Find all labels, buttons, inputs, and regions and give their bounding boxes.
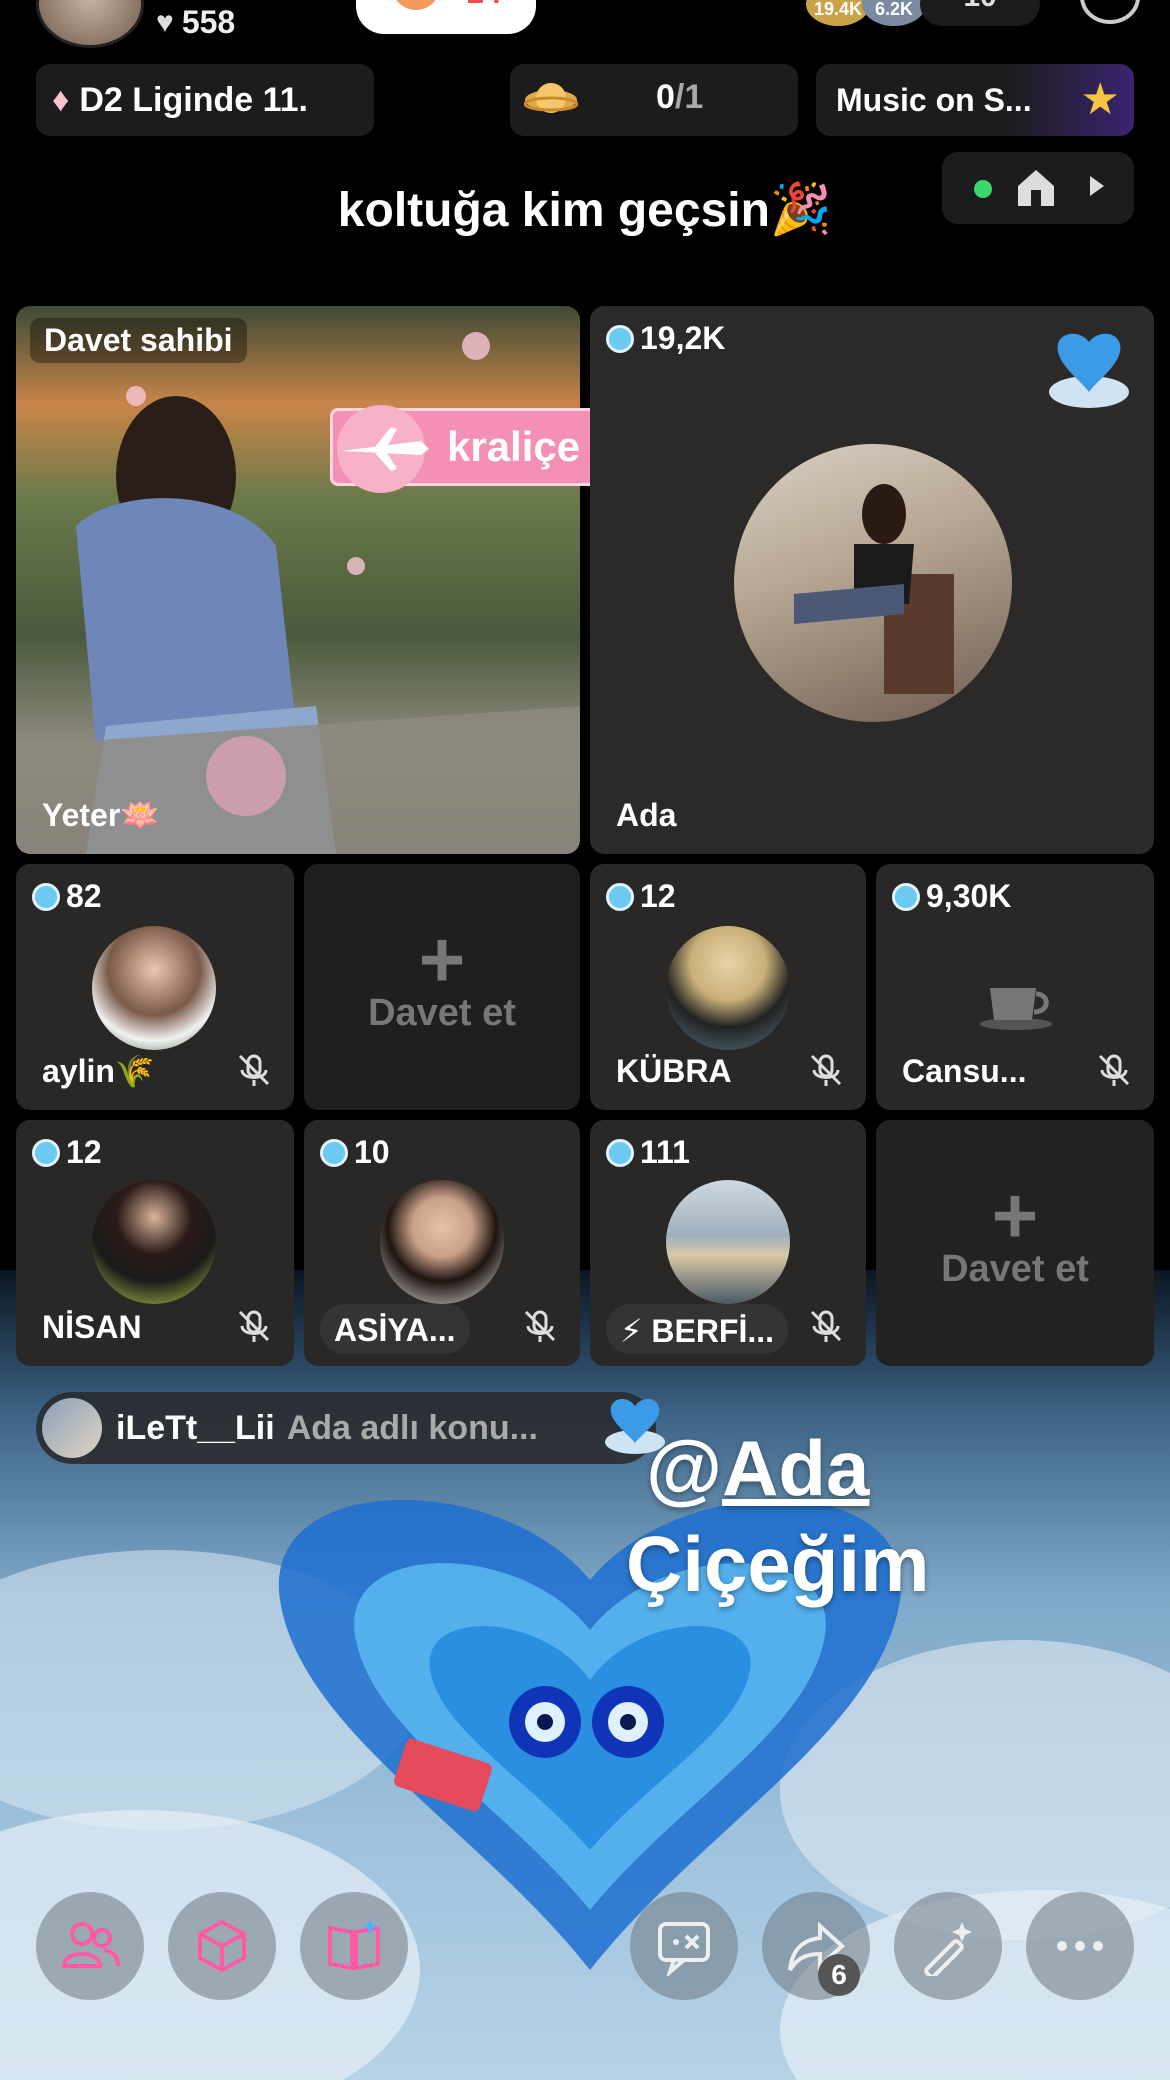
- coffee-cup-icon: [980, 988, 1052, 1030]
- party-popper-icon: 🎉: [769, 181, 833, 237]
- avatar[interactable]: [380, 1180, 504, 1304]
- seat-score: 82: [32, 878, 102, 915]
- seat-name: Cansu...: [902, 1053, 1027, 1089]
- seat-name: KÜBRA: [616, 1053, 732, 1089]
- invite-label: Davet et: [941, 1248, 1089, 1290]
- cube-icon: [198, 1919, 246, 1973]
- heart-gift-icon: [1049, 333, 1129, 408]
- heart-icon: ♥: [156, 5, 174, 39]
- gem-icon: [892, 882, 920, 911]
- invite-label: Davet et: [368, 992, 516, 1034]
- guest-seat[interactable]: 12 NİSAN: [16, 1120, 294, 1366]
- gift-count: 14: [466, 0, 502, 11]
- avatar[interactable]: [666, 926, 790, 1050]
- house-icon[interactable]: [1014, 166, 1058, 208]
- mention-at: @: [646, 1424, 723, 1512]
- host-avatar[interactable]: [36, 0, 144, 48]
- top-viewers-coins[interactable]: 19.4K 6.2K: [806, 0, 926, 26]
- host-label: Davet sahibi: [30, 318, 247, 363]
- more-icon: [1057, 1941, 1103, 1951]
- gift-counter-pill[interactable]: 14: [356, 0, 536, 34]
- guest-seat[interactable]: 10 ASİYA...: [304, 1120, 580, 1366]
- coin-badge: 19.4K: [806, 0, 870, 26]
- goal-progress: 0/1: [656, 78, 704, 116]
- guest-seat[interactable]: 9,30K Cansu...: [876, 864, 1154, 1110]
- mic-muted-icon: [238, 1310, 270, 1342]
- viewer-count[interactable]: 10: [920, 0, 1040, 26]
- seat-name: Ada: [616, 797, 677, 833]
- invite-seat[interactable]: + Davet et: [876, 1120, 1154, 1366]
- avatar[interactable]: [92, 926, 216, 1050]
- music-pill[interactable]: Music on S... ★: [816, 64, 1134, 136]
- likes-value: 558: [181, 4, 236, 40]
- more-button[interactable]: [1026, 1892, 1134, 2000]
- host-video-image: [16, 332, 580, 854]
- comment-username: iLeTt__Lii: [116, 1408, 275, 1447]
- mention-text: Çiçeğim: [626, 1520, 930, 1608]
- online-dot-icon: [974, 180, 992, 198]
- users-icon: [61, 1922, 120, 1968]
- guest-seat[interactable]: 12 KÜBRA: [590, 864, 866, 1110]
- mic-muted-icon: [524, 1310, 556, 1342]
- gem-icon: [32, 1138, 60, 1167]
- close-icon[interactable]: [1080, 0, 1140, 24]
- gem-icon: [320, 1138, 348, 1167]
- comment-text: Ada adlı konu...: [286, 1408, 538, 1447]
- planet-icon: [524, 83, 578, 113]
- planet-goal-pill[interactable]: 0/1: [510, 64, 798, 136]
- book-icon: [328, 1918, 380, 1971]
- league-label: D2 Liginde 11.: [79, 80, 308, 119]
- effects-button[interactable]: [894, 1892, 1002, 2000]
- magic-wand-icon: [924, 1922, 972, 1976]
- diamond-icon: ♦: [52, 80, 70, 119]
- seat-score: 12: [606, 878, 676, 915]
- guest-seat[interactable]: 19,2K Ada: [590, 306, 1154, 854]
- mic-muted-icon: [810, 1310, 842, 1342]
- gem-icon: [606, 1138, 634, 1167]
- mic-muted-icon: [238, 1054, 270, 1086]
- avatar[interactable]: [666, 1180, 790, 1304]
- airplane-icon: [337, 405, 429, 493]
- gift-gem-icon: [392, 0, 440, 10]
- play-arrow-icon[interactable]: [1090, 176, 1104, 196]
- music-label: Music on S...: [836, 81, 1032, 118]
- invite-seat[interactable]: + Davet et: [304, 864, 580, 1110]
- star-icon: ★: [1080, 75, 1120, 124]
- book-button[interactable]: [300, 1892, 408, 2000]
- avatar[interactable]: [734, 444, 1012, 722]
- seat-name: ASİYA...: [320, 1304, 470, 1354]
- comment-avatar[interactable]: [42, 1398, 102, 1458]
- room-controls[interactable]: [942, 152, 1134, 224]
- seat-name: ⚡ BERFİ...: [606, 1304, 789, 1354]
- seat-score: 10: [320, 1134, 390, 1171]
- top-strip: ♥ 558 14 19.4K 6.2K 10: [0, 0, 1170, 60]
- mention-name[interactable]: Ada: [722, 1424, 869, 1512]
- coin-badge: 6.2K: [862, 0, 926, 26]
- league-pill[interactable]: ♦ D2 Liginde 11.: [36, 64, 374, 136]
- guest-seat[interactable]: 82 aylin🌾: [16, 864, 294, 1110]
- chat-off-icon: [658, 1922, 710, 1976]
- gem-icon: [606, 324, 634, 353]
- mic-muted-icon: [1098, 1054, 1130, 1086]
- share-count-badge: 6: [818, 1954, 860, 1996]
- seat-score: 19,2K: [606, 320, 725, 357]
- host-seat[interactable]: Davet sahibi Yeter🪷: [16, 306, 580, 854]
- cube-button[interactable]: [168, 1892, 276, 2000]
- gem-icon: [606, 882, 634, 911]
- mic-muted-icon: [810, 1054, 842, 1086]
- seat-name: NİSAN: [42, 1309, 142, 1345]
- gem-icon: [32, 882, 60, 911]
- users-button[interactable]: [36, 1892, 144, 2000]
- seat-score: 9,30K: [892, 878, 1011, 915]
- likes-counter: ♥ 558: [156, 4, 235, 41]
- seat-name: aylin🌾: [42, 1053, 155, 1089]
- guest-seat[interactable]: 111 ⚡ BERFİ...: [590, 1120, 866, 1366]
- seat-name: Yeter🪷: [42, 797, 161, 833]
- seat-score: 12: [32, 1134, 102, 1171]
- seat-score: 111: [606, 1134, 690, 1171]
- avatar[interactable]: [92, 1180, 216, 1304]
- chat-comment[interactable]: iLeTt__Lii Ada adlı konu...: [36, 1392, 665, 1464]
- chat-off-button[interactable]: [630, 1892, 738, 2000]
- mention-overlay: @Ada Çiçeğim: [626, 1420, 929, 1612]
